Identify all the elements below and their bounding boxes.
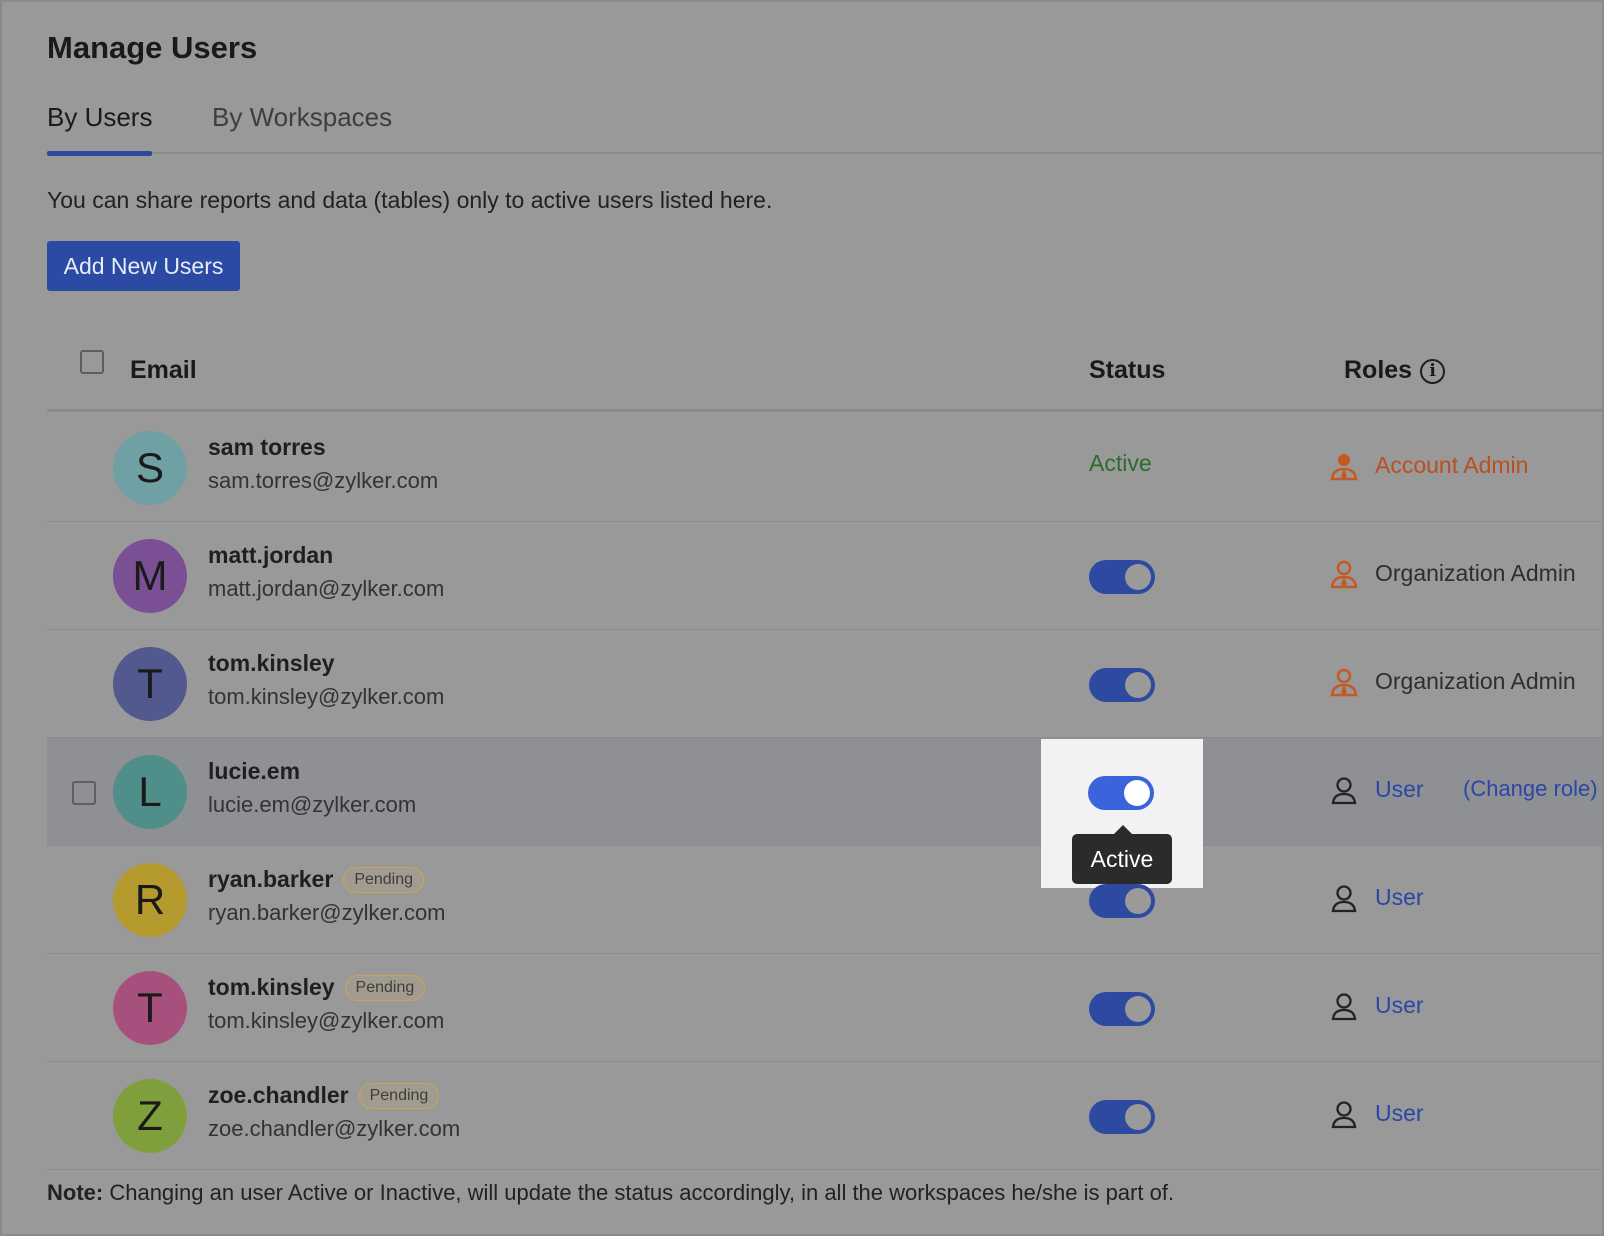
user-outline-icon [1330, 992, 1358, 1022]
status-toggle[interactable] [1088, 776, 1154, 810]
role-label: Organization Admin [1375, 668, 1576, 694]
user-name-text: tom.kinsley [208, 650, 335, 676]
roles-header-label: Roles [1344, 356, 1413, 384]
change-role-link[interactable]: (Change role) [1463, 776, 1598, 802]
email-column-header: Email [130, 356, 197, 384]
user-solid-icon [1330, 668, 1358, 698]
user-name: sam torres [208, 434, 326, 461]
toggle-knob [1125, 1104, 1151, 1130]
tab-bar: By Users By Workspaces [47, 100, 1602, 156]
avatar: R [113, 863, 187, 937]
toggle-knob [1124, 780, 1150, 806]
user-name-text: lucie.em [208, 758, 301, 784]
role-label: Account Admin [1375, 452, 1529, 478]
row-checkbox[interactable] [72, 781, 96, 805]
table-header: Email Status Roles i [47, 342, 1602, 412]
roles-column-header: Roles i [1344, 356, 1446, 385]
note-text: Changing an user Active or Inactive, wil… [103, 1180, 1175, 1205]
user-name-text: matt.jordan [208, 542, 334, 568]
avatar: T [113, 647, 187, 721]
toggle-knob [1125, 672, 1151, 698]
toggle-knob [1125, 996, 1151, 1022]
user-name: zoe.chandler Pending [208, 1082, 440, 1109]
info-icon[interactable]: i [1420, 358, 1446, 384]
table-row[interactable]: Zzoe.chandler Pending zoe.chandler@zylker.… [47, 1062, 1602, 1170]
select-all-checkbox[interactable] [80, 350, 104, 374]
status-toggle[interactable] [1089, 992, 1155, 1026]
user-name-text: zoe.chandler [208, 1082, 349, 1108]
avatar: S [113, 431, 187, 505]
user-name-text: ryan.barker [208, 866, 334, 892]
note-label: Note: [47, 1180, 104, 1205]
user-email: tom.kinsley@zylker.com [208, 1008, 445, 1033]
tab-by-workspaces[interactable]: By Workspaces [212, 100, 392, 154]
table-row[interactable]: Ttom.kinsley tom.kinsley@zylker.com Organi… [47, 630, 1602, 738]
avatar: M [113, 539, 187, 613]
avatar: T [113, 971, 187, 1045]
status-toggle[interactable] [1089, 560, 1155, 594]
table-row[interactable]: Mmatt.jordan matt.jordan@zylker.com Organi… [47, 522, 1602, 630]
user-name-text: tom.kinsley [208, 974, 335, 1000]
status-toggle[interactable] [1089, 668, 1155, 702]
page-title: Manage Users [47, 30, 258, 65]
table-row[interactable]: Llucie.em lucie.em@zylker.com User (Change … [47, 738, 1602, 846]
status-toggle[interactable] [1089, 884, 1155, 918]
user-name: ryan.barker Pending [208, 866, 425, 893]
user-email: lucie.em@zylker.com [208, 792, 417, 817]
table-row[interactable]: Ttom.kinsley Pending tom.kinsley@zylker.co… [47, 954, 1602, 1062]
user-solid-icon [1330, 560, 1358, 590]
tab-by-users[interactable]: By Users [47, 100, 153, 156]
table-row[interactable]: Ssam torres sam.torres@zylker.com Active Ac… [47, 414, 1602, 522]
toggle-knob [1125, 564, 1151, 590]
manage-users-panel: Manage Users By Users By Workspaces You … [0, 0, 1604, 1236]
role-label[interactable]: User [1375, 1100, 1424, 1127]
role-label[interactable]: User [1375, 884, 1424, 911]
status-toggle[interactable] [1089, 1100, 1155, 1134]
avatar: Z [113, 1079, 187, 1153]
pending-badge: Pending [358, 1083, 440, 1109]
user-outline-icon [1330, 1100, 1358, 1130]
user-name: tom.kinsley Pending [208, 974, 426, 1001]
toggle-knob [1125, 888, 1151, 914]
avatar: L [113, 755, 187, 829]
user-email: matt.jordan@zylker.com [208, 576, 445, 601]
add-new-users-button[interactable]: Add New Users [47, 241, 240, 291]
status-column-header: Status [1089, 356, 1166, 384]
footer-note: Note: Changing an user Active or Inactiv… [47, 1180, 1174, 1206]
user-solid-icon [1330, 452, 1358, 482]
role-label: Organization Admin [1375, 560, 1576, 586]
pending-badge: Pending [343, 867, 425, 893]
table-row[interactable]: Rryan.barker Pending ryan.barker@zylker.co… [47, 846, 1602, 954]
user-email: sam.torres@zylker.com [208, 468, 439, 493]
user-name: matt.jordan [208, 542, 333, 569]
user-name-text: sam torres [208, 434, 326, 460]
user-name: lucie.em [208, 758, 300, 785]
user-email: zoe.chandler@zylker.com [208, 1116, 461, 1141]
user-name: tom.kinsley [208, 650, 335, 677]
user-email: tom.kinsley@zylker.com [208, 684, 445, 709]
info-text: You can share reports and data (tables) … [47, 187, 773, 213]
user-outline-icon [1330, 884, 1358, 914]
user-outline-icon [1330, 776, 1358, 806]
user-email: ryan.barker@zylker.com [208, 900, 446, 925]
status-label: Active [1089, 450, 1152, 476]
pending-badge: Pending [344, 975, 426, 1001]
role-label[interactable]: User [1375, 992, 1424, 1019]
role-label[interactable]: User [1375, 776, 1424, 803]
